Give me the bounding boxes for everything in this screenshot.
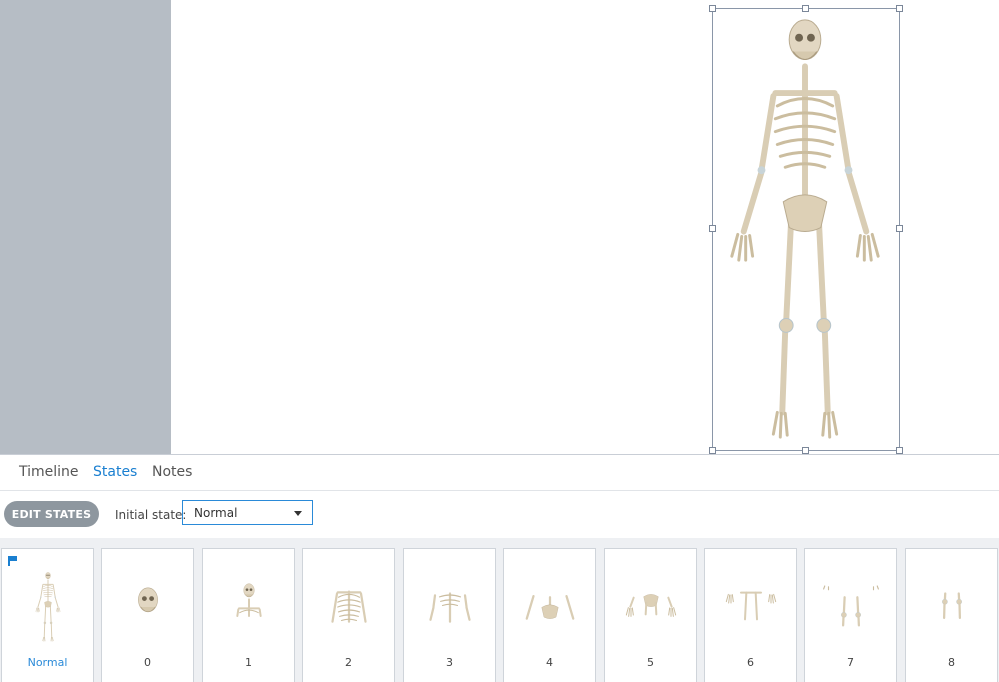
state-thumbnail [525,595,575,620]
resize-handle[interactable] [802,447,809,454]
state-card[interactable]: 0 [101,548,194,682]
state-card[interactable]: 2 [302,548,395,682]
state-label: 7 [847,656,854,669]
state-card[interactable]: 7 [804,548,897,682]
resize-handle[interactable] [709,447,716,454]
resize-handle[interactable] [709,225,716,232]
state-label: 4 [546,656,553,669]
state-thumbnail [138,587,158,613]
state-thumbnail [941,592,963,619]
state-label: 0 [144,656,151,669]
chevron-down-icon [294,511,302,516]
resize-handle[interactable] [896,225,903,232]
initial-state-select[interactable]: Normal [182,500,313,525]
state-card[interactable]: 4 [503,548,596,682]
tab-timeline[interactable]: Timeline [19,464,79,480]
state-card[interactable]: 6 [704,548,797,682]
flag-icon [8,556,17,566]
state-thumbnail [18,571,78,643]
state-label: Normal [27,656,68,669]
resize-handle[interactable] [896,447,903,454]
state-label: 5 [647,656,654,669]
resize-handle[interactable] [802,5,809,12]
state-card-normal[interactable]: Normal [1,548,94,682]
state-card[interactable]: 5 [604,548,697,682]
initial-state-label: Initial state: [115,508,187,522]
state-thumbnail [429,592,471,623]
state-thumbnail [331,590,367,623]
tab-bar: Timeline States Notes [0,455,999,491]
selection-box[interactable] [709,5,903,454]
state-card[interactable]: 1 [202,548,295,682]
tab-states[interactable]: States [93,464,137,480]
resize-handle[interactable] [709,5,716,12]
state-card[interactable]: 8 [905,548,998,682]
tab-notes[interactable]: Notes [152,464,192,480]
states-list: Normal 0 1 2 3 4 5 6 7 8 [0,538,999,682]
state-thumbnail [625,593,677,618]
state-thumbnail [822,584,880,627]
state-label: 2 [345,656,352,669]
state-label: 8 [948,656,955,669]
left-panel [0,0,171,454]
state-label: 6 [747,656,754,669]
states-toolbar: EDIT STATES Initial state: Normal [0,491,999,538]
resize-handle[interactable] [896,5,903,12]
state-label: 1 [245,656,252,669]
state-card[interactable]: 3 [403,548,496,682]
state-thumbnail [725,591,777,621]
edit-states-button[interactable]: EDIT STATES [4,501,99,527]
state-thumbnail [236,583,262,617]
state-label: 3 [446,656,453,669]
initial-state-value: Normal [194,506,238,520]
